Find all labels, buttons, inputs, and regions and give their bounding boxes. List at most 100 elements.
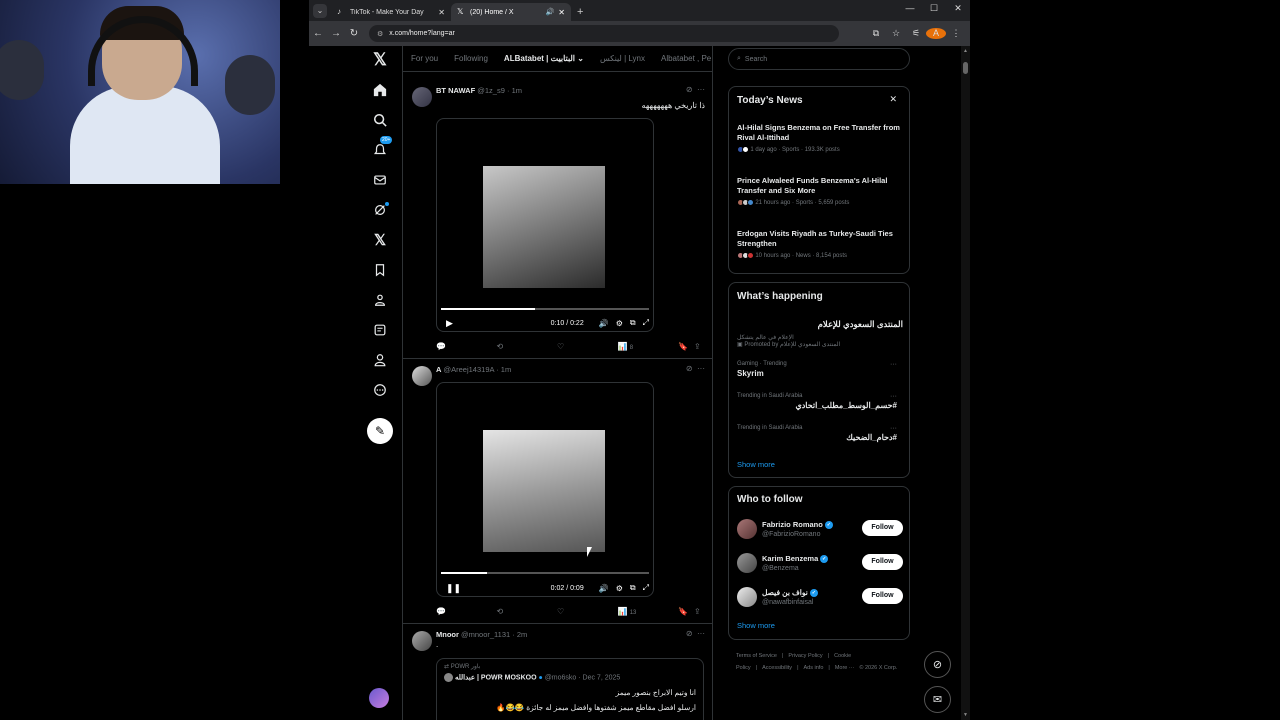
forward-button[interactable]: → — [327, 28, 345, 39]
share-icon[interactable]: ⇪ — [694, 342, 704, 351]
retweet-icon[interactable]: ⟲ — [497, 342, 558, 351]
author-handle[interactable]: @Areej14319A — [444, 365, 495, 374]
tab-lynx[interactable]: لينكس | Lynx — [592, 54, 653, 63]
grok-fab-button[interactable]: ⊘ — [924, 651, 951, 678]
footer-link[interactable]: Terms of Service — [736, 653, 777, 659]
footer-link[interactable]: Privacy Policy — [788, 653, 822, 659]
retweet-icon[interactable]: ⟲ — [497, 607, 558, 616]
close-icon[interactable]: ✕ — [889, 94, 897, 105]
more-icon[interactable] — [365, 375, 395, 405]
account-avatar[interactable] — [369, 688, 389, 708]
fullscreen-icon[interactable]: ⤢ — [643, 583, 649, 593]
messages-fab-button[interactable]: ✉ — [924, 686, 951, 713]
trend-item[interactable]: Trending in Saudi Arabia #دحام_الضحيك ··… — [737, 425, 903, 442]
profile-icon[interactable] — [365, 345, 395, 375]
views-stat[interactable]: 📊 8 — [618, 342, 679, 351]
follow-button[interactable]: Follow — [862, 520, 903, 536]
jobs-icon[interactable] — [365, 285, 395, 315]
video-frame[interactable] — [483, 430, 605, 552]
grok-icon[interactable] — [365, 195, 395, 225]
footer-link[interactable]: Accessibility — [762, 665, 792, 671]
post-button[interactable]: ✎ — [367, 418, 393, 444]
new-tab-button[interactable]: + — [577, 6, 583, 18]
back-button[interactable]: ← — [309, 28, 327, 39]
settings-gear-icon[interactable]: ⚙ — [616, 584, 623, 593]
news-item[interactable]: Prince Alwaleed Funds Benzema's Al-Hilal… — [737, 176, 903, 206]
tab-following[interactable]: Following — [446, 54, 496, 63]
maximize-button[interactable]: ☐ — [922, 3, 946, 14]
install-app-icon[interactable]: ⧉ — [866, 28, 886, 39]
bookmark-icon[interactable]: 🔖 — [678, 342, 694, 351]
follow-suggestion[interactable]: نواف بن فيصل ✓ @nawafbinfaisal Follow — [737, 585, 903, 613]
explore-search-icon[interactable] — [365, 105, 395, 135]
messages-icon[interactable] — [365, 165, 395, 195]
bookmarks-icon[interactable] — [365, 255, 395, 285]
play-icon[interactable]: ▶ — [446, 318, 453, 329]
volume-icon[interactable]: 🔊 — [599, 319, 609, 328]
tweet[interactable]: Mnoor @mnoor_1131 · 2m ⊘ ··· . ⇄ POWR با… — [403, 624, 712, 720]
author-name[interactable]: A — [436, 365, 441, 374]
trend-item[interactable]: Trending in Saudi Arabia #حسم_الوسط_مطلب… — [737, 393, 903, 410]
footer-link[interactable]: More ··· — [835, 665, 855, 671]
avatar[interactable] — [737, 587, 757, 607]
extensions-icon[interactable]: ⚟ — [906, 28, 926, 39]
tweet-avatar[interactable] — [412, 87, 432, 107]
more-options-icon[interactable]: ··· — [697, 364, 705, 373]
site-info-icon[interactable]: ⚙ — [377, 30, 383, 38]
grok-icon[interactable]: ⊘ — [686, 85, 693, 94]
tweet-time[interactable]: · 1m — [496, 365, 511, 374]
more-options-icon[interactable]: ··· — [890, 393, 897, 400]
audio-playing-icon[interactable]: 🔊 — [546, 8, 555, 16]
grok-icon[interactable]: ⊘ — [686, 629, 693, 638]
avatar[interactable] — [737, 519, 757, 539]
trend-item[interactable]: Gaming · Trending Skyrim ··· — [737, 361, 903, 378]
bookmark-icon[interactable]: 🔖 — [678, 607, 694, 616]
volume-icon[interactable]: 🔊 — [599, 584, 609, 593]
news-item[interactable]: Erdogan Visits Riyadh as Turkey-Saudi Ti… — [737, 229, 903, 259]
close-tab-icon[interactable]: ✕ — [438, 8, 445, 17]
show-more-link[interactable]: Show more — [737, 621, 775, 630]
scrollbar-thumb[interactable] — [963, 62, 968, 74]
profile-avatar[interactable]: A — [926, 28, 946, 39]
author-name[interactable]: BT NAWAF — [436, 86, 475, 95]
author-name[interactable]: Mnoor — [436, 630, 459, 639]
home-icon[interactable] — [365, 75, 395, 105]
address-bar[interactable]: ⚙ x.com/home?lang=ar — [369, 25, 839, 42]
settings-gear-icon[interactable]: ⚙ — [616, 319, 623, 328]
more-options-icon[interactable]: ··· — [697, 85, 705, 94]
like-icon[interactable]: ♡ — [557, 607, 618, 616]
quote-author-handle[interactable]: @mo6sko — [545, 674, 577, 681]
more-options-icon[interactable]: ··· — [697, 629, 705, 638]
page-scrollbar[interactable]: ▲ ▼ — [961, 46, 970, 720]
share-icon[interactable]: ⇪ — [694, 607, 704, 616]
minimize-button[interactable]: — — [898, 3, 922, 14]
tweet-time[interactable]: · 2m — [512, 630, 527, 639]
tweet-avatar[interactable] — [412, 366, 432, 386]
reply-icon[interactable]: 💬 — [436, 342, 497, 351]
video-player[interactable]: ▶ 0:10 / 0:22 🔊 ⚙ ⧉ ⤢ — [436, 118, 654, 332]
video-progress-bar[interactable] — [441, 308, 649, 310]
fullscreen-icon[interactable]: ⤢ — [643, 318, 649, 328]
author-handle[interactable]: @mnoor_1131 — [461, 630, 510, 639]
grok-icon[interactable]: ⊘ — [686, 364, 693, 373]
more-options-icon[interactable]: ··· — [890, 361, 897, 368]
tweet[interactable]: BT NAWAF @1z_s9 · 1m ⊘ ··· ذا تاريخي ههه… — [403, 80, 712, 359]
tweet-time[interactable]: · 1m — [507, 86, 522, 95]
tweet[interactable]: A @Areej14319A · 1m ⊘ ··· ❚❚ 0:02 / 0:09… — [403, 359, 712, 624]
news-item[interactable]: Al-Hilal Signs Benzema on Free Transfer … — [737, 123, 903, 153]
picture-in-picture-icon[interactable]: ⧉ — [630, 318, 636, 328]
pause-icon[interactable]: ❚❚ — [446, 583, 461, 594]
bookmark-star-icon[interactable]: ☆ — [886, 28, 906, 39]
close-tab-icon[interactable]: ✕ — [558, 8, 565, 17]
follow-suggestion[interactable]: Fabrizio Romano ✓ @FabrizioRomano Follow — [737, 517, 903, 545]
more-options-icon[interactable]: ··· — [890, 425, 897, 432]
close-window-button[interactable]: ✕ — [946, 3, 970, 14]
video-progress-bar[interactable] — [441, 572, 649, 574]
video-player[interactable]: ❚❚ 0:02 / 0:09 🔊 ⚙ ⧉ ⤢ — [436, 382, 654, 597]
tab-search-button[interactable]: ⌄ — [313, 4, 327, 18]
quote-author-name[interactable]: عبدالله | POWR MOSKOO — [455, 674, 537, 681]
author-handle[interactable]: @1z_s9 — [477, 86, 505, 95]
video-frame[interactable] — [483, 166, 605, 288]
like-icon[interactable]: ♡ — [557, 342, 618, 351]
show-more-link[interactable]: Show more — [737, 460, 775, 469]
